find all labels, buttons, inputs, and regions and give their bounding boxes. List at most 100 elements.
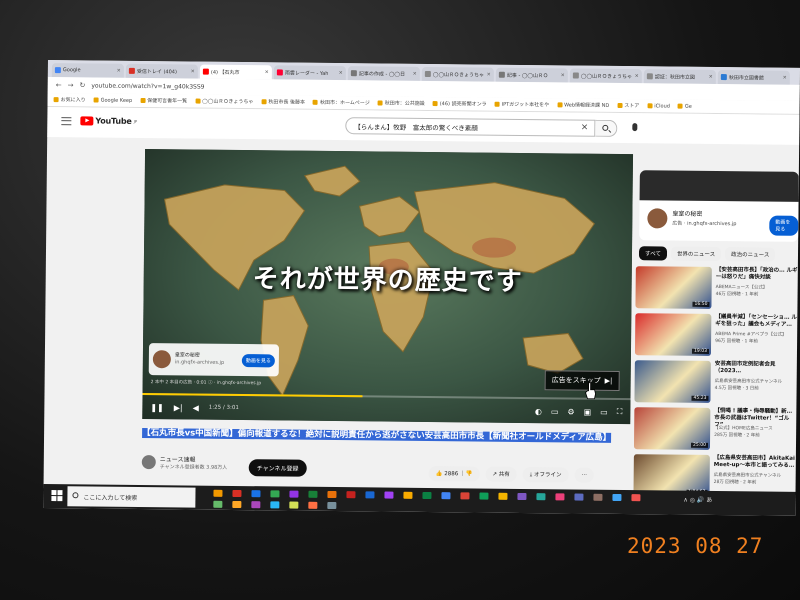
taskbar-app-icon[interactable] (403, 491, 413, 499)
volume-icon[interactable]: ◀ (193, 403, 199, 412)
subscribe-button[interactable]: チャンネル登録 (248, 459, 307, 477)
tab-close-icon[interactable]: × (709, 74, 713, 80)
windows-start-icon[interactable] (51, 490, 63, 502)
browser-tab[interactable]: (4) 【石丸市 × (199, 64, 272, 80)
tab-close-icon[interactable]: × (117, 68, 121, 74)
taskbar-app-icon[interactable] (536, 493, 546, 501)
taskbar-app-icon[interactable] (555, 493, 565, 501)
taskbar-app-icon[interactable] (498, 492, 508, 500)
theater-mode-icon[interactable]: ▭ (600, 407, 608, 416)
more-actions-button[interactable]: … (574, 467, 595, 483)
like-button[interactable]: 👍 2886 ｜👎 (428, 466, 480, 482)
forward-icon[interactable]: → (68, 81, 74, 89)
bookmark-item[interactable]: iCloud (647, 103, 670, 109)
browser-tab[interactable]: 記事 - ◯◯山ＲＯ × (495, 67, 568, 83)
recommended-title[interactable]: 【議員半減】「センセーショ… ルギを狙った」議会もメディア… (715, 314, 797, 329)
autoplay-toggle-icon[interactable]: ◐ (535, 407, 542, 416)
browser-tab[interactable]: 雨雲レーダー - Yah × (273, 65, 346, 81)
taskbar-app-icon[interactable] (441, 492, 451, 500)
filter-chip[interactable]: すべて (638, 246, 667, 261)
recommended-video[interactable]: 25:00 【恫喝 ! 議事・侮辱騒動】新… 市長の武器はTwitter！“ゴルフ… (633, 407, 796, 451)
recommended-title[interactable]: 安芸高田市定例記者会見（2023… (715, 361, 797, 376)
recommended-title[interactable]: 【安芸高田市長】「政治の… ルギーは怒りだ」痛快対談 (716, 267, 798, 282)
taskbar-app-icon[interactable] (346, 491, 356, 499)
tab-close-icon[interactable]: × (783, 75, 787, 81)
bookmark-item[interactable]: Ge (677, 103, 692, 109)
taskbar-app-icon[interactable] (384, 491, 394, 499)
bookmark-item[interactable]: 秋田市：公共施設 (377, 99, 425, 107)
taskbar-search-box[interactable]: ここに入力して検索 (67, 486, 196, 508)
recommended-video[interactable]: 19:03 【議員半減】「センセーショ… ルギを狙った」議会もメディア… ABEMA… (634, 313, 797, 357)
taskbar-app-icon[interactable] (270, 501, 280, 509)
search-button[interactable] (595, 119, 618, 137)
taskbar-app-icon[interactable] (593, 493, 603, 501)
clear-search-icon[interactable]: × (581, 123, 589, 133)
tab-close-icon[interactable]: × (265, 69, 269, 75)
reload-icon[interactable]: ↻ (79, 81, 85, 89)
taskbar-app-icon[interactable] (251, 501, 261, 509)
sponsored-card[interactable]: 皇室の秘密 広告 · in.ghqfx-archives.jp 動画を見る (639, 170, 799, 242)
recommended-video[interactable]: 16:50 【安芸高田市長】「政治の… ルギーは怒りだ」痛快対談 ABEMAニュース… (635, 266, 798, 310)
browser-tab[interactable]: ◯◯山ＲＯきょうちゃ × (421, 66, 494, 82)
url-field[interactable]: youtube.com/watch?v=1w_g40k3SS9 (91, 82, 204, 90)
taskbar-app-icon[interactable] (308, 490, 318, 498)
browser-tab[interactable]: 秋田市立図書館 × (717, 70, 790, 85)
taskbar-app-icon[interactable] (517, 492, 527, 501)
filter-chip[interactable]: 世界のニュース (670, 246, 722, 262)
tab-close-icon[interactable]: × (413, 71, 417, 77)
taskbar-app-icon[interactable] (327, 490, 337, 499)
subtitles-icon[interactable]: ▭ (551, 407, 559, 416)
taskbar-app-icon[interactable] (365, 491, 375, 499)
bookmark-item[interactable]: ストア (617, 102, 639, 109)
tab-close-icon[interactable]: × (487, 72, 491, 78)
ad-card[interactable]: 皇室の秘密 in.ghqfx-archives.jp 動画を見る (148, 343, 280, 377)
bookmark-item[interactable]: IPTガジット本社をや (494, 101, 550, 108)
taskbar-app-icon[interactable] (574, 493, 584, 501)
tab-close-icon[interactable]: × (635, 73, 639, 79)
bookmark-item[interactable]: ◯◯山ＲＯきょうちゃ (195, 98, 253, 105)
hamburger-menu-icon[interactable] (61, 117, 72, 126)
taskbar-app-icon[interactable] (422, 491, 432, 500)
skip-ad-button[interactable]: 広告をスキップ ▶| (544, 370, 620, 392)
bookmark-item[interactable]: Google Keep (93, 97, 132, 103)
browser-tab[interactable]: Google × (51, 63, 124, 78)
tab-close-icon[interactable]: × (339, 70, 343, 76)
taskbar-app-icon[interactable] (612, 493, 622, 502)
taskbar-app-icon[interactable] (631, 494, 641, 502)
channel-avatar[interactable] (141, 455, 156, 470)
miniplayer-icon[interactable]: ▣ (584, 407, 592, 416)
taskbar-app-icon[interactable] (479, 492, 489, 500)
browser-tab[interactable]: 受信トレイ (404) × (125, 63, 198, 79)
recommended-thumbnail[interactable]: 19:03 (634, 313, 712, 356)
recommended-title[interactable]: 【広島県安芸高田市】AkitaKai Meet-up～本市と語ってみる… (714, 455, 796, 470)
browser-tab[interactable]: 認証：秋田市立図 × (643, 69, 716, 84)
settings-gear-icon[interactable]: ⚙ (567, 407, 574, 416)
taskbar-app-icon[interactable] (213, 500, 223, 508)
bookmark-item[interactable]: 保健可言書年一覧 (140, 97, 187, 104)
fullscreen-icon[interactable]: ⛶ (617, 407, 623, 417)
tab-close-icon[interactable]: × (561, 72, 565, 78)
taskbar-app-icon[interactable] (460, 492, 470, 500)
search-input[interactable]: 【らんまん】牧野 富太郎の驚くべき素顔 × (345, 117, 596, 137)
recommended-video[interactable]: 45:23 安芸高田市定例記者会見（2023… 広島県安芸高田市公式チャンネル 4.5… (634, 360, 796, 404)
taskbar-app-icon[interactable] (232, 489, 242, 498)
next-icon[interactable]: ▶| (174, 403, 183, 412)
bookmark-item[interactable]: 秋田市長 後藤本 (261, 98, 305, 106)
youtube-logo[interactable]: YouTube JP (80, 116, 137, 126)
video-player[interactable]: それが世界の歴史です 皇室の秘密 in.ghqfx-archives.jp 動画… (142, 149, 634, 425)
microphone-icon[interactable] (632, 123, 638, 132)
pause-icon[interactable]: ❚❚ (150, 403, 163, 412)
taskbar-app-icon[interactable] (251, 490, 261, 498)
ad-watch-button[interactable]: 動画を見る (241, 353, 275, 367)
bookmark-item[interactable]: Web情報経済課 ND (557, 101, 609, 109)
bookmark-item[interactable]: お気に入り (53, 96, 86, 103)
share-button[interactable]: ↗ 共有 (485, 466, 517, 482)
recommended-thumbnail[interactable]: 16:50 (635, 266, 712, 309)
sponsor-button[interactable]: 動画を見る (769, 215, 799, 236)
download-button[interactable]: ⤓ オフライン (522, 466, 569, 483)
recommended-thumbnail[interactable]: 25:00 (633, 407, 711, 450)
filter-chip[interactable]: 政治のニュース (725, 247, 776, 262)
channel-info[interactable]: ニュース速報 チャンネル登録者数 3.98万人 (141, 454, 228, 471)
recommended-thumbnail[interactable]: 45:23 (634, 360, 711, 403)
taskbar-app-icon[interactable] (289, 490, 299, 498)
